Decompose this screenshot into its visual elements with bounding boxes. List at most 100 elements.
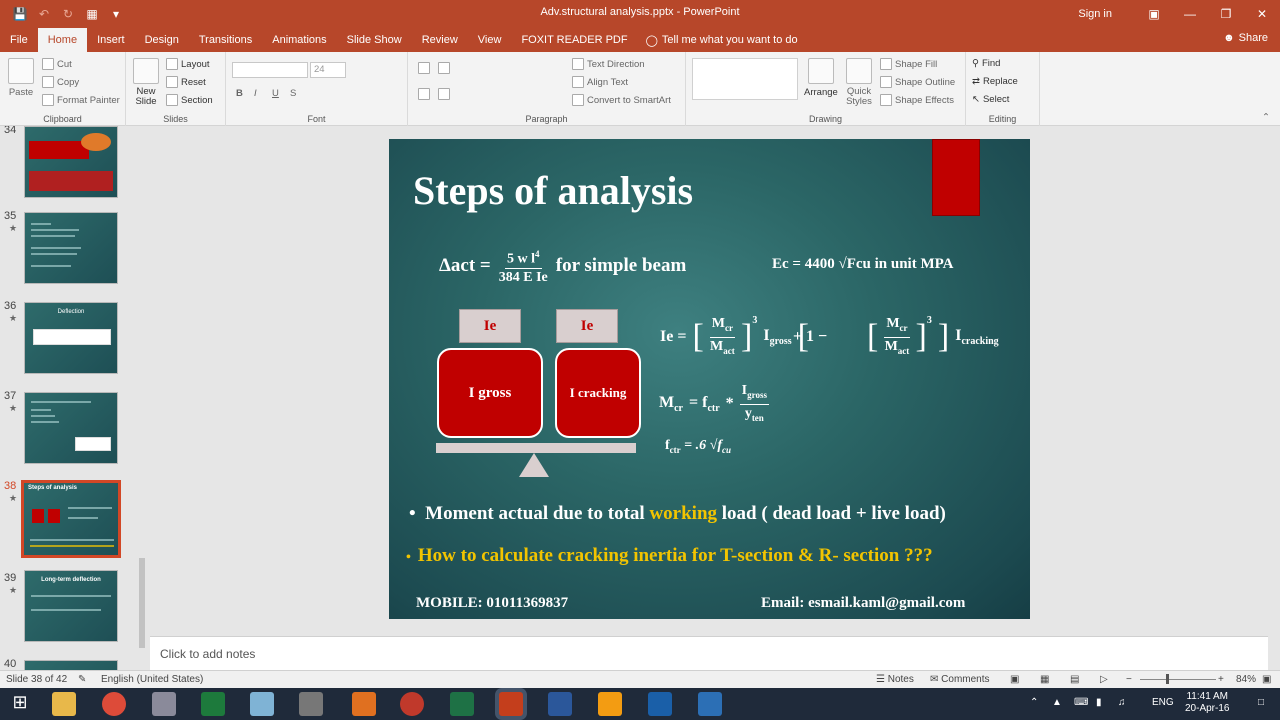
save-icon[interactable]: 💾 xyxy=(10,4,30,24)
slide-thumbnail-39[interactable]: Long-term deflection xyxy=(24,570,118,642)
notes-pane[interactable]: Click to add notes xyxy=(150,636,1268,670)
ie-label-right[interactable]: Ie xyxy=(556,309,618,343)
slide-sorter-icon[interactable]: ▦ xyxy=(1040,674,1049,685)
start-from-beginning-icon[interactable]: ▦ xyxy=(82,4,102,24)
footer-email[interactable]: Email: esmail.kaml@gmail.com xyxy=(761,595,965,612)
ie-label-left[interactable]: Ie xyxy=(459,309,521,343)
network-icon[interactable]: ▲ xyxy=(1052,697,1062,708)
spell-check-icon[interactable]: ✎ xyxy=(78,674,86,685)
scroll-thumb[interactable] xyxy=(139,558,145,648)
thumbnail-scrollbar[interactable] xyxy=(136,128,148,668)
fit-slide-icon[interactable]: ▣ xyxy=(1262,674,1271,685)
normal-view-icon[interactable]: ▣ xyxy=(1010,674,1019,685)
convert-smartart-button[interactable]: Convert to SmartArt xyxy=(572,94,671,106)
slideshow-icon[interactable]: ▷ xyxy=(1100,674,1108,685)
shape-outline-button[interactable]: Shape Outline xyxy=(880,76,955,88)
chrome-icon[interactable] xyxy=(102,692,126,716)
zoom-slider-thumb[interactable] xyxy=(1166,674,1169,684)
slide-thumbnail-38[interactable]: Steps of analysis xyxy=(21,480,121,558)
tab-animations[interactable]: Animations xyxy=(262,28,336,52)
slide-thumbnail-37[interactable] xyxy=(24,392,118,464)
red-accent-shape[interactable] xyxy=(932,139,980,216)
arrange-button[interactable]: Arrange xyxy=(804,58,838,98)
i-cracking-box[interactable]: I cracking xyxy=(555,348,641,438)
word-icon[interactable] xyxy=(548,692,572,716)
bullets-button[interactable] xyxy=(418,62,430,74)
slide-thumbnail-36[interactable]: Deflection xyxy=(24,302,118,374)
input-language[interactable]: ENG xyxy=(1152,697,1174,708)
app-icon[interactable] xyxy=(648,692,672,716)
tab-review[interactable]: Review xyxy=(412,28,468,52)
tell-me-box[interactable]: ◯ Tell me what you want to do xyxy=(638,34,798,47)
ie-formula[interactable]: Ie = [ Mcr Mact ] 3 Igross [ + 1 − xyxy=(660,315,827,360)
shape-effects-button[interactable]: Shape Effects xyxy=(880,94,954,106)
font-name-combo[interactable] xyxy=(232,62,308,78)
slide-thumbnail-35[interactable] xyxy=(24,212,118,284)
tab-view[interactable]: View xyxy=(468,28,512,52)
power-icon[interactable]: ▮ xyxy=(1096,697,1102,708)
bullet-moment-actual[interactable]: • Moment actual due to total working loa… xyxy=(409,503,946,525)
share-button[interactable]: ☻ Share xyxy=(1223,32,1268,44)
minimize-button[interactable]: — xyxy=(1172,0,1208,28)
deflection-equation[interactable]: Δact = 5 w l4 384 E Ie for simple beam xyxy=(439,246,686,286)
align-text-button[interactable]: Align Text xyxy=(572,76,628,88)
file-explorer-icon[interactable] xyxy=(52,692,76,716)
restore-button[interactable]: ❐ xyxy=(1208,0,1244,28)
excel-icon[interactable] xyxy=(450,692,474,716)
powerpoint-icon[interactable] xyxy=(499,692,523,716)
excel-icon[interactable] xyxy=(201,692,225,716)
text-direction-button[interactable]: Text Direction xyxy=(572,58,645,70)
tab-slide-show[interactable]: Slide Show xyxy=(337,28,412,52)
windows-start-icon[interactable]: ⊞ xyxy=(8,692,32,716)
system-clock[interactable]: 11:41 AM 20-Apr-16 xyxy=(1185,691,1229,715)
cut-button[interactable]: Cut xyxy=(42,58,72,70)
font-size-combo[interactable]: 24 xyxy=(310,62,346,78)
tab-home[interactable]: Home xyxy=(37,28,88,52)
zoom-in-button[interactable]: + xyxy=(1218,674,1224,685)
section-button[interactable]: Section xyxy=(166,94,213,106)
volume-icon[interactable]: ♫ xyxy=(1118,697,1126,708)
ec-equation[interactable]: Ec = 4400 √Fcu in unit MPA xyxy=(772,256,954,273)
app-icon[interactable] xyxy=(698,692,722,716)
align-center-button[interactable] xyxy=(438,88,450,100)
app-icon[interactable] xyxy=(598,692,622,716)
select-button[interactable]: ↖ Select xyxy=(972,94,1009,105)
redo-icon[interactable]: ↻ xyxy=(58,4,78,24)
close-button[interactable]: ✕ xyxy=(1244,0,1280,28)
notes-toggle[interactable]: ☰ Notes xyxy=(876,674,914,685)
bold-button[interactable]: B xyxy=(236,88,243,99)
notes-placeholder[interactable]: Click to add notes xyxy=(160,647,255,661)
tab-design[interactable]: Design xyxy=(135,28,189,52)
paste-button[interactable]: Paste xyxy=(8,58,34,98)
numbering-button[interactable] xyxy=(438,62,450,74)
shapes-gallery[interactable] xyxy=(692,58,798,100)
format-painter-button[interactable]: Format Painter xyxy=(42,94,120,106)
calculator-icon[interactable] xyxy=(250,692,274,716)
replace-button[interactable]: ⇄ Replace xyxy=(972,76,1018,87)
tray-show-hidden-icon[interactable]: ⌃ xyxy=(1030,697,1038,708)
slide-title[interactable]: Steps of analysis xyxy=(413,167,693,214)
editor-scrollbar[interactable] xyxy=(1268,126,1280,626)
customize-qat-icon[interactable]: ▾ xyxy=(106,4,126,24)
copy-button[interactable]: Copy xyxy=(42,76,79,88)
balance-beam[interactable] xyxy=(436,443,636,453)
comments-toggle[interactable]: ✉ Comments xyxy=(930,674,990,685)
undo-icon[interactable]: ↶ xyxy=(34,4,54,24)
keyboard-icon[interactable]: ⌨ xyxy=(1074,697,1088,708)
slide-thumbnail-40[interactable] xyxy=(24,660,118,670)
footer-mobile[interactable]: MOBILE: 01011369837 xyxy=(416,595,568,612)
ribbon-display-options-icon[interactable]: ▣ xyxy=(1136,0,1172,28)
reset-button[interactable]: Reset xyxy=(166,76,206,88)
mcr-formula[interactable]: Mcr = fctr * Igross yten xyxy=(659,382,769,427)
find-button[interactable]: ⚲ Find xyxy=(972,58,1000,69)
language-indicator[interactable]: English (United States) xyxy=(101,674,203,685)
current-slide[interactable]: Steps of analysis Δact = 5 w l4 384 E Ie… xyxy=(389,139,1030,619)
app-icon[interactable] xyxy=(400,692,424,716)
underline-button[interactable]: U xyxy=(272,88,279,99)
italic-button[interactable]: I xyxy=(254,88,257,99)
bullet-cracking-inertia[interactable]: • How to calculate cracking inertia for … xyxy=(406,545,933,567)
align-left-button[interactable] xyxy=(418,88,430,100)
new-slide-button[interactable]: New Slide xyxy=(133,58,159,107)
collapse-ribbon-icon[interactable]: ⌃ xyxy=(1262,112,1270,123)
autocad-icon[interactable] xyxy=(352,692,376,716)
